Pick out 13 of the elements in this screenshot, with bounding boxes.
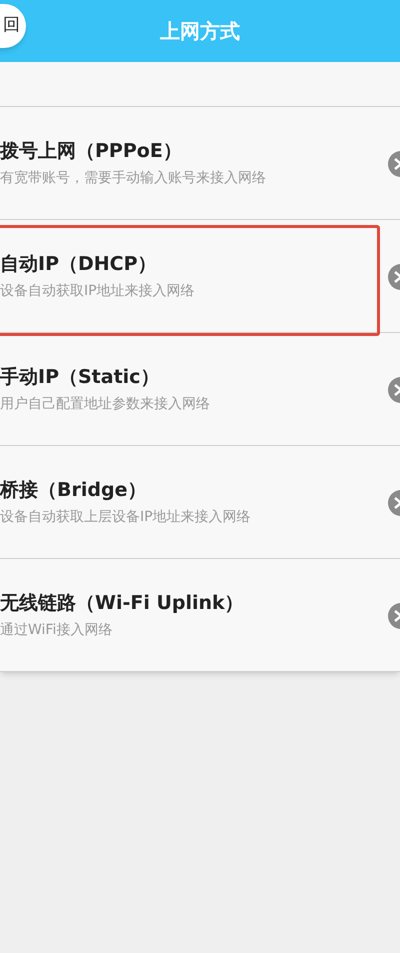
option-row[interactable]: 手动IP（Static） 用户自己配置地址参数来接入网络 <box>0 333 400 446</box>
option-description: 设备自动获取IP地址来接入网络 <box>0 283 195 301</box>
option-description: 有宽带账号，需要手动输入账号来接入网络 <box>0 170 266 188</box>
back-button[interactable]: 回 <box>0 4 26 48</box>
option-description: 设备自动获取上层设备IP地址来接入网络 <box>0 509 251 527</box>
option-title: 无线链路（Wi-Fi Uplink） <box>0 592 244 616</box>
option-description: 用户自己配置地址参数来接入网络 <box>0 396 210 414</box>
option-description: 通过WiFi接入网络 <box>0 622 114 640</box>
option-title: 手动IP（Static） <box>0 366 160 390</box>
option-row[interactable]: 无线链路（Wi-Fi Uplink） 通过WiFi接入网络 <box>0 559 400 672</box>
page-title: 上网方式 <box>160 18 240 45</box>
option-title: 自动IP（DHCP） <box>0 253 158 278</box>
option-row[interactable]: 自动IP（DHCP） 设备自动获取IP地址来接入网络 <box>0 220 400 333</box>
